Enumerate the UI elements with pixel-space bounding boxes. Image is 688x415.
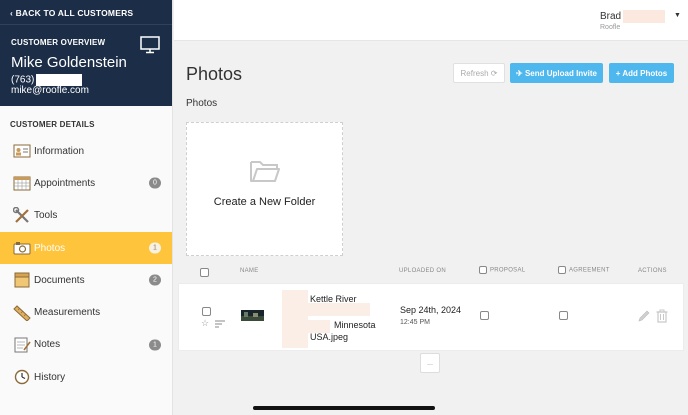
page-title: Photos — [186, 64, 243, 84]
customer-phone-text: (763) — [11, 74, 35, 86]
column-proposal-label: PROPOSAL — [490, 267, 526, 274]
tools-icon — [12, 207, 31, 224]
redacted-user-surname — [623, 10, 666, 23]
sidebar-item-notes[interactable]: Notes 1 — [0, 329, 172, 361]
file-name-line2: Minnesota — [334, 319, 376, 330]
notes-count-badge: 1 — [149, 339, 161, 351]
create-folder-label: Create a New Folder — [213, 196, 316, 208]
customer-email: mike@roofle.com — [11, 85, 89, 96]
divider — [0, 24, 172, 25]
user-company: Roofle — [600, 24, 621, 31]
sidebar-item-history[interactable]: History — [0, 361, 172, 393]
agreement-checkbox[interactable] — [559, 311, 568, 320]
agreement-header-checkbox[interactable] — [558, 266, 566, 274]
proposal-checkbox[interactable] — [480, 311, 489, 320]
sidebar-item-label: Tools — [34, 210, 58, 222]
column-proposal: PROPOSAL — [479, 266, 525, 274]
notes-icon — [12, 336, 31, 353]
sidebar-item-label: History — [34, 371, 66, 383]
proposal-header-checkbox[interactable] — [479, 266, 487, 274]
user-menu[interactable]: Brad — [600, 10, 666, 23]
documents-count-badge: 2 — [149, 274, 161, 286]
load-more-button[interactable]: ... — [420, 353, 440, 373]
sidebar-item-label: Information — [34, 145, 85, 157]
sidebar-item-label: Photos — [34, 242, 66, 254]
sidebar-item-appointments[interactable]: Appointments 0 — [0, 167, 172, 199]
row-select-checkbox[interactable] — [202, 307, 211, 316]
file-name[interactable]: Kettle River Minnesota USA.jpeg — [310, 293, 410, 344]
select-all-checkbox[interactable] — [200, 268, 209, 277]
photos-section-title: Photos — [186, 98, 218, 109]
reorder-icon[interactable] — [215, 320, 225, 328]
appointments-count-badge: 0 — [149, 177, 161, 189]
send-upload-invite-button[interactable]: ✈ Send Upload Invite — [510, 63, 603, 83]
top-header: Brad ▼ Roofle — [174, 0, 688, 41]
file-name-line3: USA.jpeg — [310, 332, 349, 342]
sidebar-item-tools[interactable]: Tools — [0, 200, 172, 232]
ruler-icon — [12, 304, 31, 321]
photos-main: Photos Refresh ⟳ ✈ Send Upload Invite + … — [174, 42, 688, 415]
photos-count-badge: 1 — [149, 242, 161, 254]
camera-icon — [12, 240, 31, 257]
pencil-icon[interactable] — [637, 309, 651, 323]
customer-details-label: CUSTOMER DETAILS — [10, 120, 95, 129]
column-uploaded-on: UPLOADED ON — [399, 268, 446, 274]
table-row[interactable]: ☆ Kettle River Minnesota USA.jpeg Sep 24… — [178, 283, 684, 351]
user-name: Brad — [600, 11, 622, 23]
refresh-button[interactable]: Refresh ⟳ — [453, 63, 505, 83]
sidebar-item-documents[interactable]: Documents 2 — [0, 264, 172, 296]
monitor-icon[interactable] — [140, 36, 160, 54]
home-indicator — [253, 406, 435, 410]
back-to-customers-link[interactable]: ‹ BACK TO ALL CUSTOMERS — [0, 0, 172, 24]
id-card-icon — [12, 143, 31, 160]
upload-time: 12:45 PM — [400, 319, 430, 326]
column-actions: ACTIONS — [638, 268, 667, 274]
sidebar-item-label: Notes — [34, 339, 61, 351]
calendar-icon — [12, 175, 31, 192]
redaction — [282, 290, 308, 348]
sidebar-item-photos[interactable]: Photos 1 — [0, 231, 172, 265]
upload-date: Sep 24th, 2024 — [400, 305, 462, 315]
column-agreement: AGREEMENT — [558, 266, 610, 274]
sidebar-item-measurements[interactable]: Measurements — [0, 296, 172, 328]
column-name: NAME — [240, 268, 259, 274]
add-photos-button[interactable]: + Add Photos — [609, 63, 674, 83]
column-agreement-label: AGREEMENT — [569, 267, 610, 274]
sidebar-item-label: Documents — [34, 274, 85, 286]
sidebar-item-label: Measurements — [34, 307, 101, 319]
customer-overview-label: CUSTOMER OVERVIEW — [11, 38, 106, 47]
sidebar: ‹ BACK TO ALL CUSTOMERS CUSTOMER OVERVIE… — [0, 0, 173, 415]
folder-icon — [250, 161, 280, 182]
table-header: NAME UPLOADED ON PROPOSAL AGREEMENT ACTI… — [178, 264, 684, 280]
documents-icon — [12, 272, 31, 289]
customer-overview-panel: ‹ BACK TO ALL CUSTOMERS CUSTOMER OVERVIE… — [0, 0, 172, 106]
user-menu-caret-icon[interactable]: ▼ — [674, 12, 681, 19]
sidebar-item-label: Appointments — [34, 177, 96, 189]
trash-icon[interactable] — [656, 309, 668, 323]
photo-thumbnail[interactable] — [241, 310, 264, 321]
create-folder-card[interactable]: Create a New Folder — [186, 122, 343, 256]
clock-icon — [12, 369, 31, 386]
customer-nav: Information Appointments 0 Tools Photos … — [0, 135, 172, 393]
customer-name: Mike Goldenstein — [11, 54, 127, 71]
sidebar-item-information[interactable]: Information — [0, 135, 172, 167]
file-name-line1: Kettle River — [310, 294, 357, 304]
star-icon[interactable]: ☆ — [201, 318, 209, 329]
